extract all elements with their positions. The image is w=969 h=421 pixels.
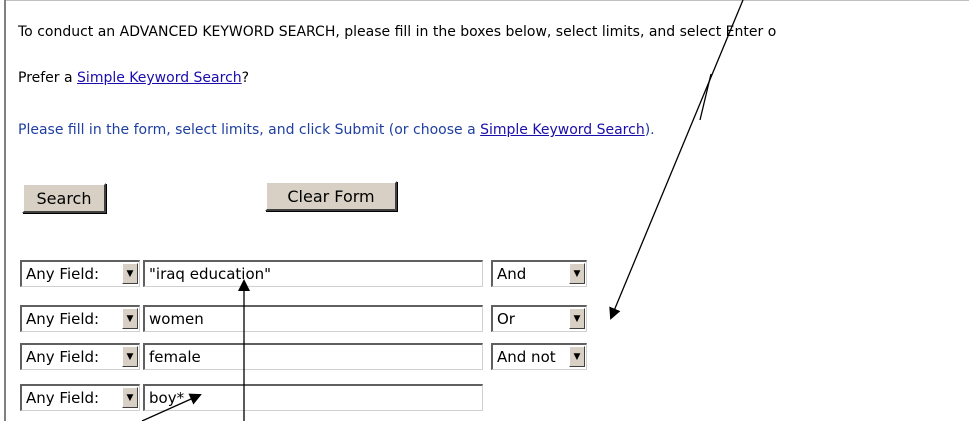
annotation-line-through-text — [699, 73, 712, 121]
annotation-arrow-to-operator — [609, 0, 744, 320]
annotation-arrows — [141, 0, 744, 421]
annotation-arrow-to-truncation — [141, 393, 202, 421]
